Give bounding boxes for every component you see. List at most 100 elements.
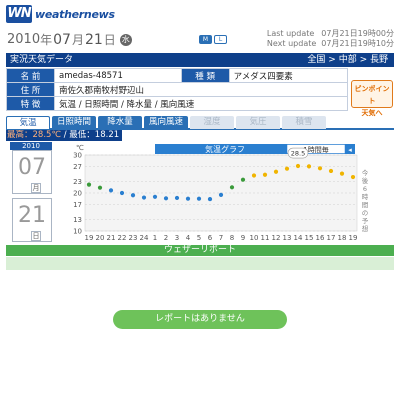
y-tick-label: 13 — [73, 216, 82, 224]
section-title: 実況天気データ — [10, 55, 74, 65]
date-day: 21 — [84, 31, 103, 48]
year-card: 2010 — [10, 142, 52, 150]
forecast-note-char: 想 — [362, 224, 369, 233]
x-tick-label: 13 — [283, 234, 292, 242]
tab-pressure: 気圧 — [236, 116, 280, 129]
forecast-point — [306, 164, 312, 169]
x-tick-label: 15 — [305, 234, 314, 242]
temperature-chart: 30272320171310℃ 気温グラフ 1時間毎 ◂19 20 21 22 23 24 1 2 3… — [73, 144, 369, 242]
observed-point — [218, 192, 224, 197]
size-m-button[interactable]: M — [199, 35, 212, 44]
breadcrumb-national[interactable]: 全国 — [307, 55, 325, 65]
forecast-point — [339, 171, 345, 176]
tab-humidity: 湿度 — [190, 116, 234, 129]
breadcrumb-nagano[interactable]: 長野 — [370, 55, 388, 65]
data-tabs: 気温 日照時間 降水量 風向風速 湿度 気圧 積雪 — [6, 116, 394, 130]
tab-snow: 積雪 — [282, 116, 326, 129]
observed-point — [207, 196, 213, 202]
update-info: Last update 07月21日19時00分 Next update 07月21… — [267, 29, 394, 49]
forecast-point — [251, 173, 257, 178]
next-update-value: 07月21日19時10分 — [321, 39, 394, 48]
current-date: 2010 年 07 月 21 日 水 — [7, 31, 132, 48]
x-tick-label: 12 — [272, 234, 281, 242]
forecast-point — [273, 169, 279, 174]
day-card: 21 日 — [12, 198, 52, 242]
low-value: 18.21 — [94, 130, 120, 140]
tab-sunshine[interactable]: 日照時間 — [52, 116, 96, 129]
period-select-arrow-icon: ◂ — [348, 146, 352, 154]
observed-point — [163, 196, 169, 201]
x-tick-label: 3 — [175, 234, 179, 242]
forecast-note-char: 今 — [362, 168, 369, 177]
month-card: 07 月 — [12, 150, 52, 194]
text-size-buttons: M L — [199, 35, 227, 44]
x-tick-label: 19 — [85, 234, 94, 242]
date-day-unit: 日 — [103, 33, 116, 47]
observed-point — [185, 196, 191, 201]
x-tick-label: 18 — [338, 234, 347, 242]
tab-temperature[interactable]: 気温 — [6, 116, 50, 129]
wn-logo-mark: WN — [6, 5, 32, 23]
size-l-button[interactable]: L — [214, 35, 227, 44]
observed-point — [196, 196, 202, 201]
forecast-point — [262, 172, 268, 177]
forecast-point — [350, 174, 356, 180]
x-tick-label: 17 — [327, 234, 336, 242]
day-unit: 日 — [31, 231, 41, 241]
weather-report-subbar — [6, 257, 394, 270]
breadcrumb-chubu[interactable]: 中部 — [339, 55, 357, 65]
tab-precipitation[interactable]: 降水量 — [98, 116, 142, 129]
x-tick-label: 19 — [349, 234, 358, 242]
x-tick-label: 23 — [129, 234, 138, 242]
x-tick-label: 9 — [241, 234, 245, 242]
y-tick-label: 23 — [73, 178, 82, 186]
x-tick-label: 7 — [219, 234, 223, 242]
address-label: 住 所 — [6, 82, 55, 97]
features-value: 気温 / 日照時間 / 降水量 / 風向風速 — [54, 96, 348, 111]
x-tick-label: 2 — [164, 234, 168, 242]
pinpoint-line1: ピンポイント — [354, 85, 390, 105]
high-low-temperature: 最高：28.5℃ / 最低：18.21 — [6, 130, 122, 141]
pinpoint-weather-button[interactable]: ピンポイント 天気へ — [351, 80, 393, 117]
x-tick-label: 11 — [261, 234, 270, 242]
month-unit: 月 — [31, 183, 41, 193]
forecast-point — [284, 166, 290, 171]
forecast-point — [295, 163, 301, 169]
forecast-note-char: 時 — [362, 193, 369, 201]
x-tick-label: 14 — [294, 234, 303, 242]
x-tick-label: 4 — [186, 234, 191, 242]
y-tick-label: 17 — [73, 201, 82, 209]
name-label: 名 前 — [6, 68, 55, 83]
date-year-unit: 年 — [40, 33, 53, 47]
x-tick-label: 21 — [107, 234, 116, 242]
y-tick-label: 27 — [73, 163, 82, 171]
x-tick-label: 8 — [230, 234, 234, 242]
observed-point — [86, 182, 92, 187]
x-tick-label: 22 — [118, 234, 127, 242]
day-number: 21 — [18, 203, 46, 228]
max-callout-label: 28.5 — [291, 150, 305, 158]
x-tick-label: 16 — [316, 234, 325, 242]
forecast-note-char: 後 — [362, 176, 369, 185]
forecast-note-char: 6 — [363, 185, 367, 193]
date-month-unit: 月 — [71, 33, 84, 47]
weathernews-logo[interactable]: WN weathernews — [6, 5, 115, 23]
section-title-bar: 実況天気データ 全国 > 中部 > 長野 — [6, 53, 394, 67]
next-update-label: Next update — [266, 39, 317, 48]
observed-point — [141, 195, 147, 200]
observed-point — [240, 177, 246, 182]
name-value: amedas-48571 — [54, 68, 182, 83]
station-info-table: 名 前 amedas-48571 種 類 アメダス四要素 住 所 南佐久郡南牧村… — [6, 68, 349, 111]
observed-point — [229, 185, 235, 190]
address-value: 南佐久郡南牧村野辺山 — [54, 82, 348, 97]
no-reports-message: レポートはありません — [113, 310, 287, 329]
high-value: 28.5℃ — [32, 130, 61, 140]
y-tick-label: 20 — [73, 190, 82, 198]
x-tick-label: 6 — [208, 234, 213, 242]
forecast-point — [328, 168, 334, 174]
x-tick-label: 10 — [250, 234, 259, 242]
x-tick-label: 1 — [153, 234, 157, 242]
tab-wind[interactable]: 風向風速 — [144, 116, 188, 129]
observed-point — [119, 190, 125, 196]
breadcrumb: 全国 > 中部 > 長野 — [307, 55, 388, 65]
